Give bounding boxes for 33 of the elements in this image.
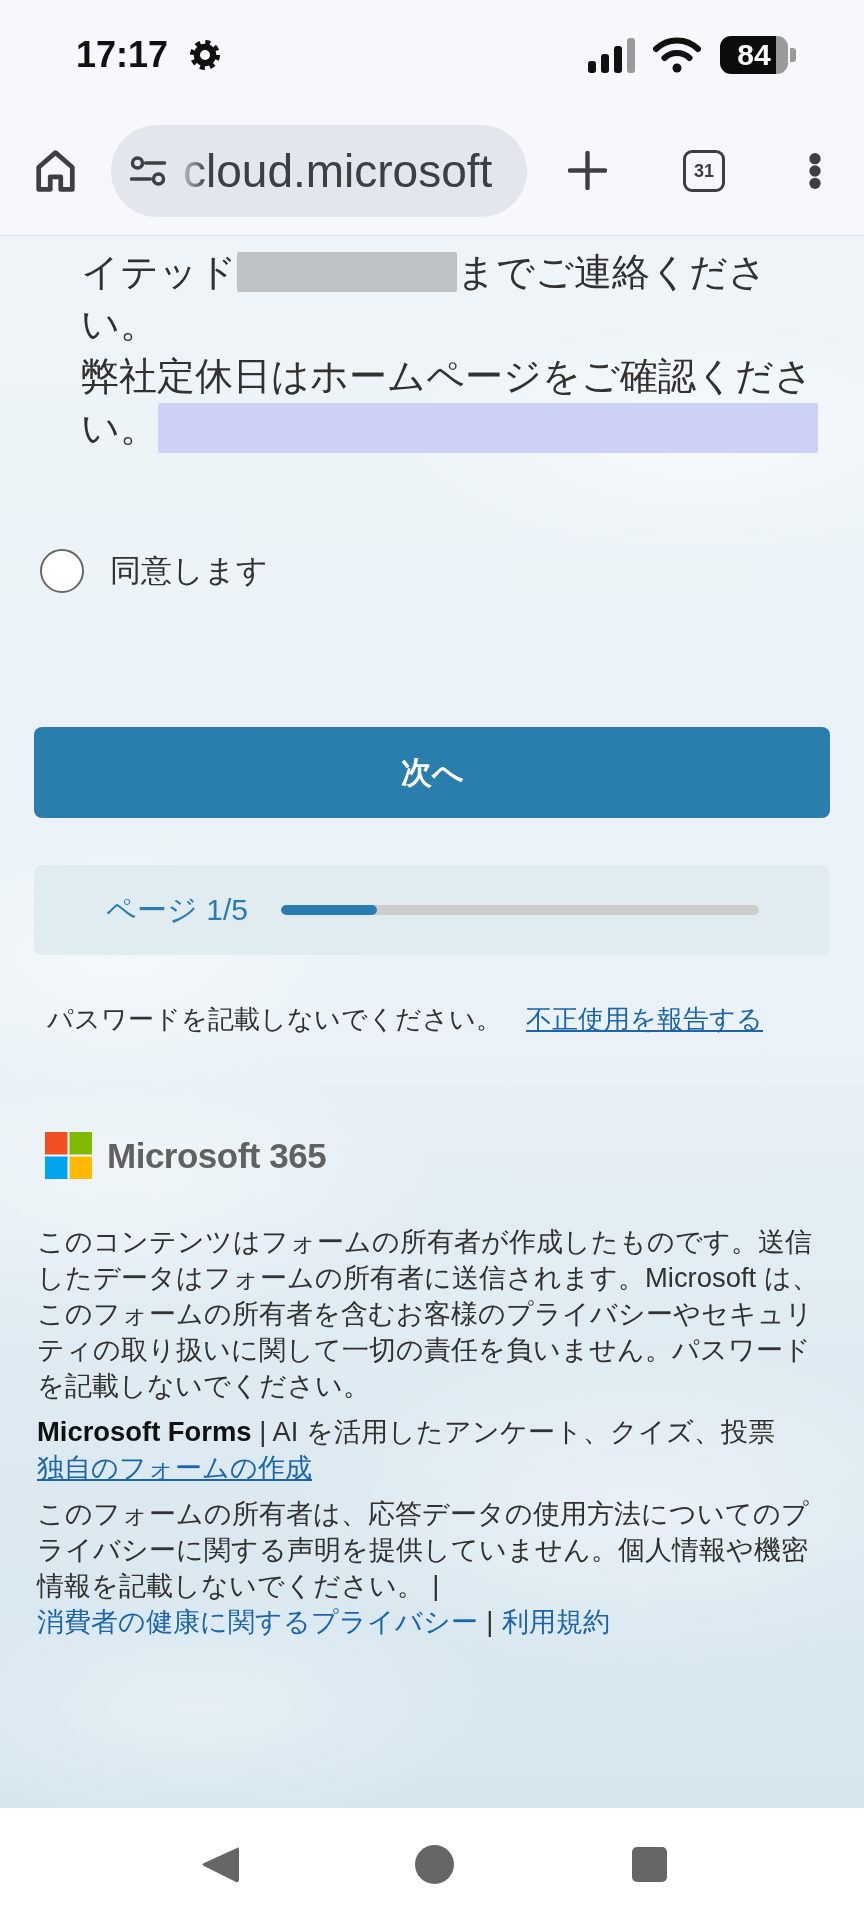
notice-text: イテッド [81,250,237,295]
recents-square-icon[interactable] [632,1846,667,1882]
squares-logo-icon [45,1132,92,1179]
radio-button[interactable] [40,549,84,593]
settings-icon [190,40,221,70]
brand-name: Microsoft 365 [107,1135,327,1177]
radio-option-label[interactable]: 同意します [110,551,268,591]
home-icon[interactable] [36,149,75,192]
footer-text: このコンテンツはフォームの所有者が作成したものです。送信したデータはフォームの所有者に送信されます。Microsoft は、このフォームの所有者を含むお客様のプライバシーやセキュリティの取り扱いに関して一切の責任を負いません。パスワードを記載しないでください。 [37,1225,820,1403]
next-button[interactable]: 次へ [34,727,830,818]
notice-text: 弊社定休日はホームページをご確認くださ [81,354,813,399]
wifi-icon [653,37,701,73]
password-warning: パスワードを記載しないでください。 不正使用を報告する [47,1003,763,1036]
address-bar[interactable]: cloud.microsoft [111,124,527,217]
page-indicator: ページ 1/5 [106,892,249,928]
notice-text: い。 [81,406,158,451]
signal-icon [588,37,635,73]
tab-switcher-button[interactable]: 31 [683,149,725,192]
report-abuse-link[interactable]: 不正使用を報告する [526,1004,763,1034]
notice-text: までご連絡くださ [457,250,767,295]
notice-text: い。 [81,302,158,347]
url-text: cloud.microsoft [183,147,493,194]
footer-link[interactable]: 消費者の健康に関するプライバシー [37,1606,478,1637]
footer-link[interactable]: 利用規約 [501,1606,610,1637]
sliders-icon[interactable] [130,155,167,186]
footer-text: Microsoft Forms | AI を活用したアンケート、クイズ、投票 独自のフォームの作成 [37,1415,776,1485]
footer-link[interactable]: 独自のフォームの作成 [37,1452,312,1483]
home-circle-icon[interactable] [415,1844,454,1884]
clock-time: 17:17 [76,37,169,73]
more-options-icon[interactable] [808,152,822,189]
footer-text: このフォームの所有者は、応答データの使用方法についてのプライバシーに関する声明を提供していません。個人情報や機密情報を記載しないでください。 | 消費者の健康に関するプライバシー | 利用規約 [37,1497,810,1639]
battery-indicator: 84 [720,36,796,74]
plus-icon[interactable] [568,151,607,190]
